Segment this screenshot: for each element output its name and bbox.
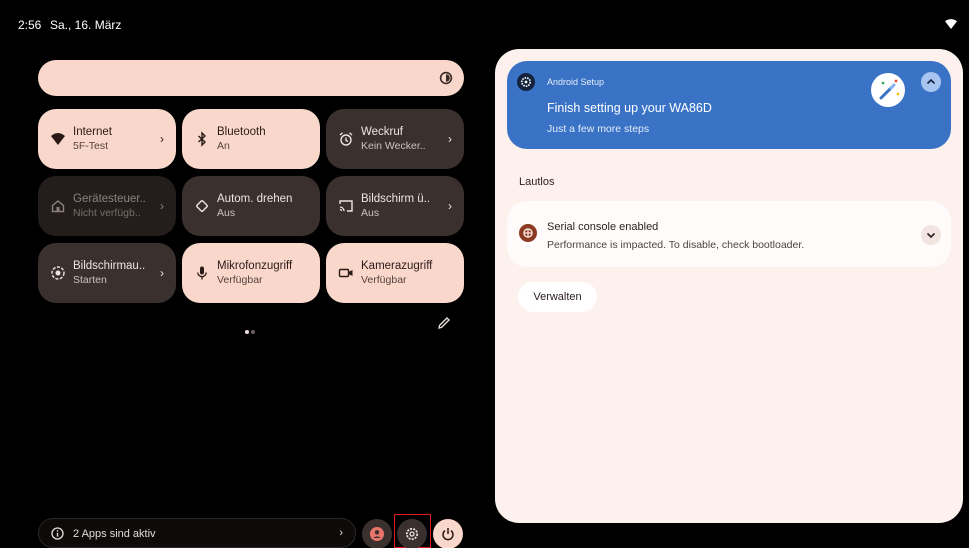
pencil-icon[interactable] xyxy=(436,315,452,331)
serial-console-notification[interactable]: Serial console enabled Performance is im… xyxy=(507,201,951,267)
tile-title: Weckruf xyxy=(361,126,403,138)
page-dot-active xyxy=(245,330,249,334)
chevron-right-icon: › xyxy=(160,132,164,146)
active-apps-label: 2 Apps sind aktiv xyxy=(73,528,156,540)
chevron-up-icon xyxy=(926,78,936,85)
tile-subtitle: An xyxy=(217,140,230,152)
settings-icon xyxy=(405,527,419,541)
chevron-right-icon: › xyxy=(160,199,164,213)
cast-icon xyxy=(339,200,353,212)
chevron-right-icon: › xyxy=(448,199,452,213)
tile-title: Bildschirmau.. xyxy=(73,260,146,272)
tile-title: Mikrofonzugriff xyxy=(217,260,293,272)
tile-title: Bluetooth xyxy=(217,126,266,138)
tile-bluetooth[interactable]: Bluetooth An xyxy=(182,109,320,169)
tile-title: Internet xyxy=(73,126,112,138)
bug-icon xyxy=(519,224,537,242)
notification-title: Finish setting up your WA86D xyxy=(547,101,712,115)
chevron-down-icon xyxy=(926,232,936,239)
alarm-icon xyxy=(339,132,353,146)
screen-record-icon xyxy=(51,266,65,280)
tile-subtitle: Aus xyxy=(361,207,380,219)
microphone-icon xyxy=(197,266,207,280)
tile-device-controls[interactable]: Gerätesteuer.. Nicht verfügb.. › xyxy=(38,176,176,236)
user-icon xyxy=(370,527,384,541)
tile-title: Gerätesteuer.. xyxy=(73,193,146,205)
bluetooth-icon xyxy=(198,131,207,147)
power-button[interactable] xyxy=(433,519,463,548)
tile-auto-rotate[interactable]: Autom. drehen Aus xyxy=(182,176,320,236)
tile-subtitle: 5F-Test xyxy=(73,140,109,152)
wifi-icon xyxy=(51,133,65,145)
tile-subtitle: Kein Wecker.. xyxy=(361,140,426,152)
brightness-icon xyxy=(439,71,453,85)
page-dot xyxy=(251,330,255,334)
tile-subtitle: Aus xyxy=(217,207,236,219)
home-icon xyxy=(51,200,65,213)
tile-subtitle: Nicht verfügb.. xyxy=(73,207,141,219)
status-bar: 2:56 Sa., 16. März xyxy=(0,0,969,40)
collapse-button[interactable] xyxy=(921,72,941,92)
tile-title: Kamerazugriff xyxy=(361,260,433,272)
notification-app-name: Android Setup xyxy=(547,77,605,87)
manage-button[interactable]: Verwalten xyxy=(518,282,597,312)
tile-alarm[interactable]: Weckruf Kein Wecker.. › xyxy=(326,109,464,169)
settings-icon xyxy=(517,73,535,91)
wifi-icon xyxy=(945,19,957,29)
tile-microphone-access[interactable]: Mikrofonzugriff Verfügbar xyxy=(182,243,320,303)
notification-panel: Android Setup Finish setting up your WA8… xyxy=(495,49,963,523)
tile-screen-record[interactable]: Bildschirmau.. Starten › xyxy=(38,243,176,303)
setup-notification[interactable]: Android Setup Finish setting up your WA8… xyxy=(507,61,951,149)
page-indicator xyxy=(245,321,257,339)
notification-text: Performance is impacted. To disable, che… xyxy=(547,239,805,251)
tile-screen-cast[interactable]: Bildschirm ü.. Aus › xyxy=(326,176,464,236)
settings-button[interactable] xyxy=(397,519,427,548)
power-icon xyxy=(442,528,454,541)
chevron-right-icon: › xyxy=(160,266,164,280)
rotate-icon xyxy=(196,200,208,212)
tile-subtitle: Verfügbar xyxy=(217,274,263,286)
silent-section-header: Lautlos xyxy=(519,176,555,188)
magic-wand-icon xyxy=(871,73,905,107)
notification-subtitle: Just a few more steps xyxy=(547,123,650,135)
user-switch-button[interactable] xyxy=(362,519,392,548)
chevron-right-icon: › xyxy=(339,527,343,539)
tile-title: Bildschirm ü.. xyxy=(361,193,431,205)
chevron-right-icon: › xyxy=(448,132,452,146)
expand-button[interactable] xyxy=(921,225,941,245)
tile-internet[interactable]: Internet 5F-Test › xyxy=(38,109,176,169)
tile-title: Autom. drehen xyxy=(217,193,293,205)
date: Sa., 16. März xyxy=(50,18,122,32)
tile-subtitle: Starten xyxy=(73,274,107,286)
active-apps-button[interactable]: 2 Apps sind aktiv › xyxy=(38,518,356,548)
info-icon xyxy=(51,527,64,540)
brightness-slider[interactable] xyxy=(38,60,464,96)
notification-title: Serial console enabled xyxy=(547,221,659,233)
clock: 2:56 xyxy=(18,18,42,32)
tile-camera-access[interactable]: Kamerazugriff Verfügbar xyxy=(326,243,464,303)
camera-icon xyxy=(338,268,353,278)
tile-subtitle: Verfügbar xyxy=(361,274,407,286)
